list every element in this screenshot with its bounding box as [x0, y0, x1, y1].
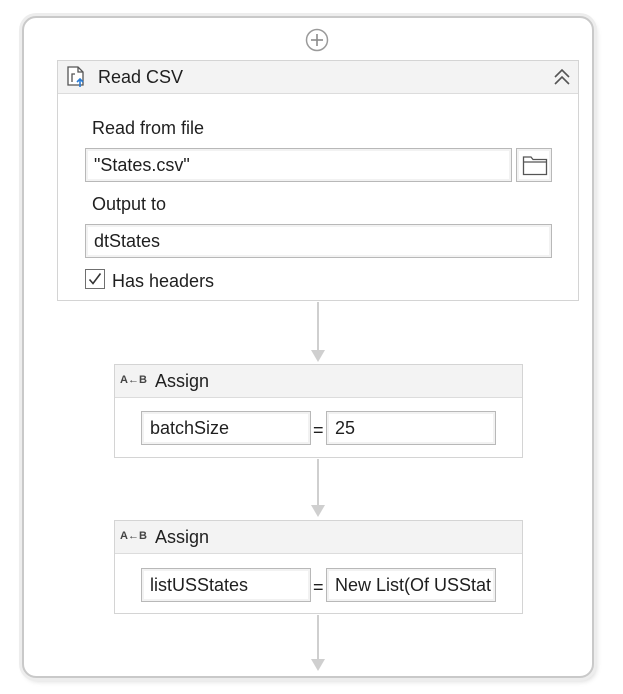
flow-arrow-icon	[311, 659, 325, 671]
has-headers-label: Has headers	[112, 271, 215, 291]
assign-2-value-input[interactable]: New List(Of USStat	[326, 568, 496, 602]
assign-2-to-input[interactable]: listUSStates	[141, 568, 311, 602]
read-csv-header[interactable]: Read CSV	[58, 61, 578, 94]
assign-icon: A←B	[120, 530, 147, 542]
assign-1-to-input[interactable]: batchSize	[141, 411, 311, 445]
assign-1-value-input[interactable]: 25	[326, 411, 496, 445]
add-activity-icon[interactable]	[305, 28, 329, 52]
checkmark-icon	[88, 273, 102, 285]
assign-1-header[interactable]: A←B Assign	[115, 365, 522, 398]
read-from-file-label: Read from file	[92, 118, 205, 138]
folder-icon	[522, 156, 548, 176]
flow-connector	[317, 302, 319, 352]
assign-2-equals: =	[313, 577, 324, 597]
collapse-icon[interactable]	[552, 67, 572, 87]
browse-file-button[interactable]	[516, 148, 552, 182]
flow-connector	[317, 615, 319, 661]
flow-arrow-icon	[311, 350, 325, 362]
read-csv-title: Read CSV	[98, 67, 184, 87]
flow-arrow-icon	[311, 505, 325, 517]
assign-1-equals: =	[313, 420, 324, 440]
flow-connector	[317, 459, 319, 507]
read-csv-icon	[67, 66, 84, 87]
assign-1-title: Assign	[155, 371, 210, 391]
assign-2-title: Assign	[155, 527, 210, 547]
assign-activity-2[interactable]: A←B Assign listUSStates = New List(Of US…	[114, 520, 523, 614]
assign-2-header[interactable]: A←B Assign	[115, 521, 522, 554]
read-csv-activity[interactable]: Read CSV Read from file "States.csv" Out…	[57, 60, 579, 301]
assign-activity-1[interactable]: A←B Assign batchSize = 25	[114, 364, 523, 458]
read-from-file-input[interactable]: "States.csv"	[85, 148, 512, 182]
assign-icon: A←B	[120, 374, 147, 386]
output-to-label: Output to	[92, 194, 167, 214]
output-to-input[interactable]: dtStates	[85, 224, 552, 258]
has-headers-checkbox[interactable]	[85, 269, 105, 289]
